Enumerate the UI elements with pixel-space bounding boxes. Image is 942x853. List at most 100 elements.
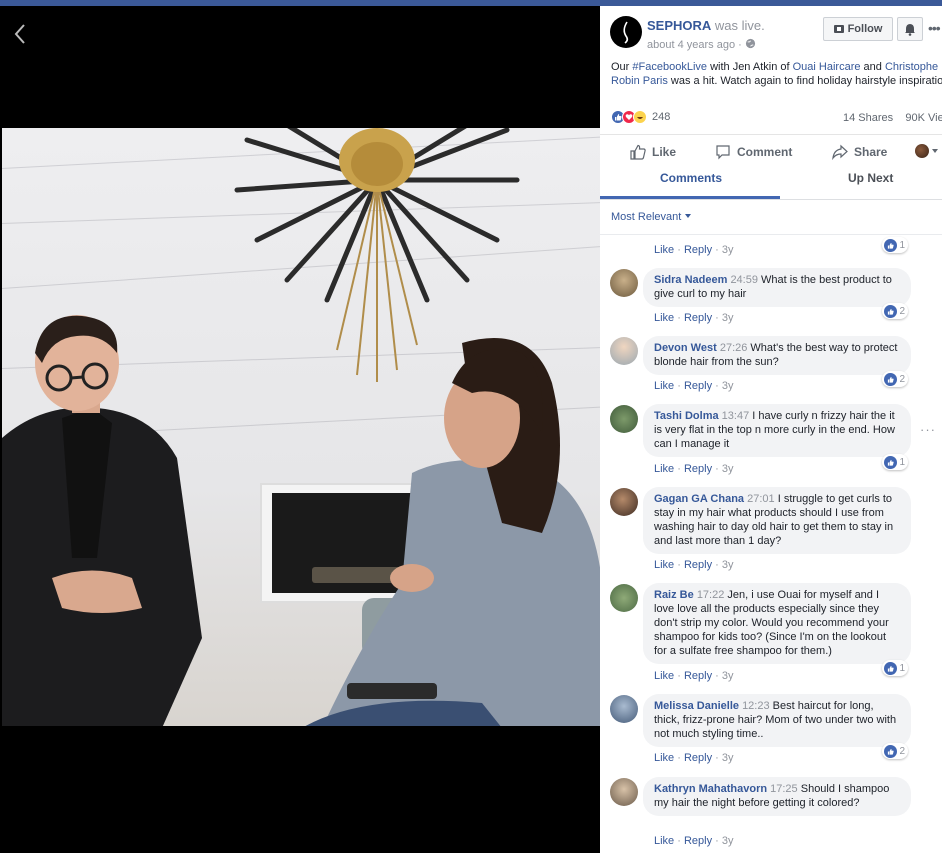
comment-timestamp[interactable]: 27:26 xyxy=(720,342,748,354)
comment-reply-link[interactable]: Reply xyxy=(684,312,712,324)
comment-author[interactable]: Melissa Danielle xyxy=(654,700,739,712)
comment-author[interactable]: Raiz Be xyxy=(654,589,694,601)
comment-age[interactable]: 3y xyxy=(722,835,734,847)
comment-button[interactable]: Comment xyxy=(715,144,792,160)
comment-reply-link[interactable]: Reply xyxy=(684,559,712,571)
hashtag-link[interactable]: #FacebookLive xyxy=(632,61,707,73)
comment-timestamp[interactable]: 13:47 xyxy=(722,410,750,422)
comment-bubble: Devon West 27:26 What's the best way to … xyxy=(643,336,911,375)
avatar[interactable] xyxy=(610,269,638,297)
comment-age[interactable]: 3y xyxy=(722,463,734,475)
share-icon xyxy=(832,144,848,160)
comment-like-link[interactable]: Like xyxy=(654,670,674,682)
sort-dropdown[interactable]: Most Relevant xyxy=(611,211,692,223)
follow-icon xyxy=(833,25,844,33)
avatar[interactable] xyxy=(610,405,638,433)
comment-age[interactable]: 3y xyxy=(722,559,734,571)
tab-comments[interactable]: Comments xyxy=(660,171,722,185)
panel-tabs: Comments Up Next xyxy=(600,166,942,200)
comment-reply-link[interactable]: Reply xyxy=(684,752,712,764)
avatar[interactable] xyxy=(610,695,638,723)
post-panel: SEPHORA was live. about 4 years ago · Fo… xyxy=(600,6,942,853)
page-avatar[interactable] xyxy=(610,16,642,48)
page-name-link[interactable]: SEPHORA xyxy=(647,18,711,33)
comment-like-link[interactable]: Like xyxy=(654,380,674,392)
comment-reply-link[interactable]: Reply xyxy=(684,244,712,256)
post-time[interactable]: about 4 years ago xyxy=(647,39,735,51)
comment-like-link[interactable]: Like xyxy=(654,752,674,764)
comment-timestamp[interactable]: 17:22 xyxy=(697,589,725,601)
comment-like-link[interactable]: Like xyxy=(654,559,674,571)
video-player[interactable] xyxy=(0,6,600,853)
more-options-icon[interactable]: ••• xyxy=(928,20,941,36)
comment-age[interactable]: 3y xyxy=(722,312,734,324)
comment-author[interactable]: Devon West xyxy=(654,342,717,354)
reaction-picker-button[interactable] xyxy=(915,144,939,158)
comment-actions: Like · Reply · 3y xyxy=(654,244,734,256)
action-bar: Like Comment Share xyxy=(600,134,942,168)
comment-icon xyxy=(716,145,730,160)
comment-author[interactable]: Sidra Nadeem xyxy=(654,274,727,286)
comment-like-link[interactable]: Like xyxy=(654,463,674,475)
like-icon xyxy=(884,744,897,758)
avatar[interactable] xyxy=(610,488,638,516)
comment-like-badge[interactable]: 1 xyxy=(882,237,908,253)
like-icon xyxy=(884,304,897,318)
post-header: SEPHORA was live. about 4 years ago · Fo… xyxy=(610,14,941,58)
comment-timestamp[interactable]: 12:23 xyxy=(742,700,770,712)
comment-author[interactable]: Gagan GA Chana xyxy=(654,493,744,505)
comment-like-link[interactable]: Like xyxy=(654,835,674,847)
comment-age[interactable]: 3y xyxy=(722,752,734,764)
comment-bubble: Raiz Be 17:22 Jen, i use Ouai for myself… xyxy=(643,583,911,664)
like-button[interactable]: Like xyxy=(630,144,676,160)
like-count: 1 xyxy=(899,239,905,251)
comment-like-badge[interactable]: 1 xyxy=(882,454,908,470)
comment-author[interactable]: Kathryn Mahathavorn xyxy=(654,783,767,795)
comment-like-link[interactable]: Like xyxy=(654,312,674,324)
comment-age[interactable]: 3y xyxy=(722,244,734,256)
tab-up-next[interactable]: Up Next xyxy=(848,171,893,185)
comment-like-badge[interactable]: 1 xyxy=(882,660,908,676)
active-tab-indicator xyxy=(600,196,780,199)
comment-reply-link[interactable]: Reply xyxy=(684,380,712,392)
avatar[interactable] xyxy=(610,778,638,806)
comment-reply-link[interactable]: Reply xyxy=(684,463,712,475)
comment-reply-link[interactable]: Reply xyxy=(684,835,712,847)
comment-options-icon[interactable]: ··· xyxy=(920,422,936,437)
man-figure xyxy=(2,315,202,726)
avatar[interactable] xyxy=(610,584,638,612)
comment-like-badge[interactable]: 2 xyxy=(882,743,908,759)
comment-age[interactable]: 3y xyxy=(722,670,734,682)
like-count: 1 xyxy=(899,456,905,468)
comment-bubble: Gagan GA Chana 27:01 I struggle to get c… xyxy=(643,487,911,554)
comment-like-badge[interactable]: 2 xyxy=(882,371,908,387)
comment-age[interactable]: 3y xyxy=(722,380,734,392)
caret-down-icon xyxy=(685,214,692,218)
avatar[interactable] xyxy=(610,337,638,365)
ouai-link[interactable]: Ouai Haircare xyxy=(793,61,861,73)
comment-like-link[interactable]: Like xyxy=(654,244,674,256)
comment-timestamp[interactable]: 17:25 xyxy=(770,783,798,795)
user-avatar-small xyxy=(915,144,929,158)
follow-label: Follow xyxy=(847,23,883,35)
post-title: SEPHORA was live. xyxy=(647,18,765,33)
comment-timestamp[interactable]: 24:59 xyxy=(730,274,758,286)
video-frame xyxy=(2,128,600,726)
chevron-down-icon xyxy=(932,149,938,153)
bell-icon xyxy=(905,23,915,36)
comment-author[interactable]: Tashi Dolma xyxy=(654,410,719,422)
share-button[interactable]: Share xyxy=(832,144,887,160)
comment-timestamp[interactable]: 27:01 xyxy=(747,493,775,505)
reactions-summary[interactable]: 248 xyxy=(611,110,670,124)
like-count: 2 xyxy=(899,745,905,757)
notifications-button[interactable] xyxy=(897,17,923,41)
like-count: 1 xyxy=(899,662,905,674)
comment-reply-link[interactable]: Reply xyxy=(684,670,712,682)
shares-count[interactable]: 14 Shares xyxy=(843,112,893,124)
comment-actions: Like · Reply · 3y xyxy=(654,752,734,764)
post-title-suffix: was live. xyxy=(714,18,765,33)
comment-like-badge[interactable]: 2 xyxy=(882,303,908,319)
follow-button[interactable]: Follow xyxy=(823,17,893,41)
comment-bubble: Tashi Dolma 13:47 I have curly n frizzy … xyxy=(643,404,911,457)
back-arrow-icon[interactable] xyxy=(12,22,28,46)
